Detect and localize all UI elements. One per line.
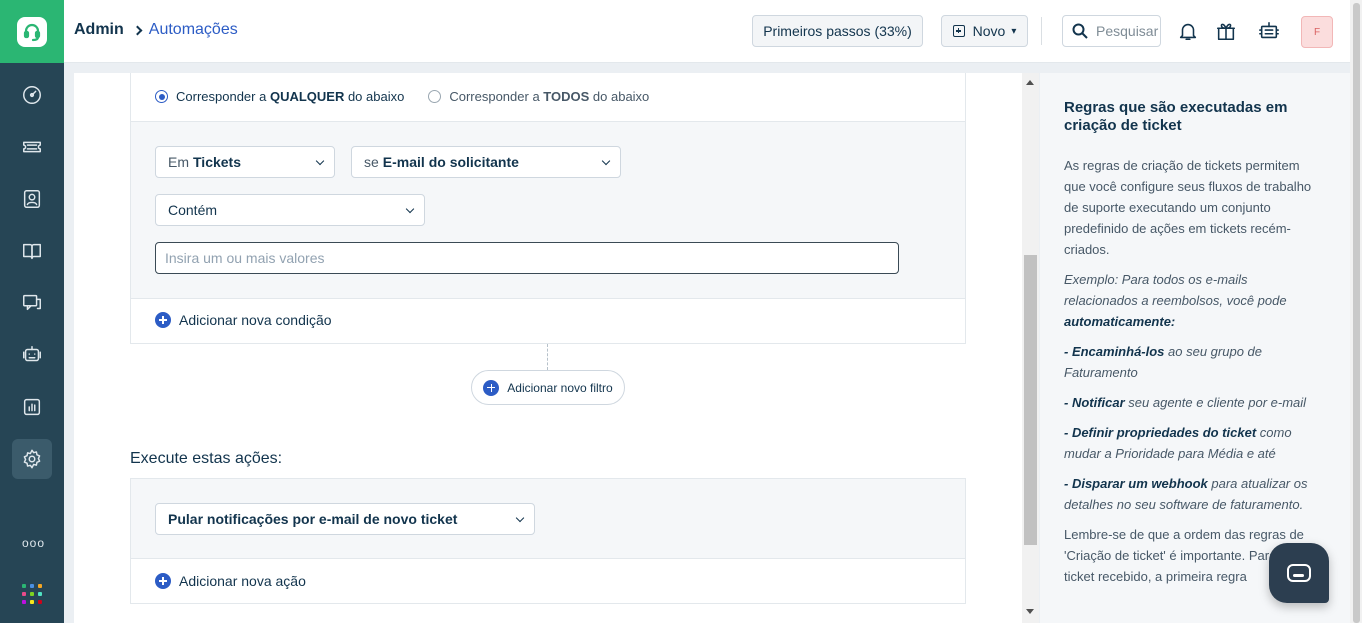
chevron-down-icon bbox=[405, 204, 415, 214]
condition-operator-select[interactable]: Contém bbox=[155, 194, 425, 226]
help-panel: Regras que são executadas em criação de … bbox=[1040, 73, 1350, 623]
add-action-label: Adicionar nova ação bbox=[179, 573, 306, 589]
gear-icon[interactable] bbox=[12, 439, 52, 479]
help-bullet-3: - Definir propriedades do ticket como mu… bbox=[1064, 425, 1292, 461]
add-filter-label: Adicionar novo filtro bbox=[507, 380, 613, 395]
condition-field-select[interactable]: se E-mail do solicitante bbox=[351, 146, 621, 178]
help-example: Exemplo: Para todos os e-mails relaciona… bbox=[1064, 272, 1287, 329]
headset-icon bbox=[17, 16, 47, 47]
contacts-icon[interactable] bbox=[12, 179, 52, 219]
match-all-radio[interactable] bbox=[428, 90, 442, 103]
chat-widget-button[interactable] bbox=[1269, 543, 1329, 603]
chat-bubble-icon bbox=[1287, 564, 1311, 582]
condition-values-input[interactable]: Insira um ou mais valores bbox=[155, 242, 899, 274]
add-condition-button[interactable]: Adicionar nova condição bbox=[155, 312, 332, 328]
field-value: E-mail do solicitante bbox=[382, 154, 519, 170]
top-bar: Admin Automações Primeiros passos (33%) … bbox=[64, 0, 1362, 63]
actions-card: Pular notificações por e-mail de novo ti… bbox=[130, 478, 966, 604]
add-condition-label: Adicionar nova condição bbox=[179, 312, 332, 328]
match-type-row: Corresponder a QUALQUER do abaixo Corres… bbox=[131, 73, 965, 122]
page-scrollbar[interactable] bbox=[1350, 0, 1362, 623]
scroll-down-arrow-icon[interactable] bbox=[1026, 609, 1034, 614]
divider bbox=[1041, 17, 1042, 45]
add-filter-button[interactable]: Adicionar novo filtro bbox=[471, 370, 625, 405]
dashboard-icon[interactable] bbox=[12, 75, 52, 115]
chevron-down-icon: ▾ bbox=[1011, 25, 1017, 37]
help-bullet-1: - Encaminhá-los ao seu grupo de Faturame… bbox=[1064, 344, 1262, 380]
help-intro: As regras de criação de tickets permitem… bbox=[1064, 158, 1312, 257]
add-action-button[interactable]: Adicionar nova ação bbox=[155, 573, 306, 589]
chevron-down-icon bbox=[515, 513, 525, 523]
ticket-icon[interactable] bbox=[12, 127, 52, 167]
help-bullet-4: - Disparar um webhook para atualizar os … bbox=[1064, 476, 1308, 512]
breadcrumb-admin[interactable]: Admin bbox=[74, 21, 124, 39]
apps-grid-icon[interactable] bbox=[22, 584, 42, 604]
help-title: Regras que são executadas em criação de … bbox=[1064, 99, 1288, 134]
chevron-down-icon bbox=[601, 156, 611, 166]
more-icon[interactable]: ooo bbox=[22, 536, 45, 550]
search-placeholder: Pesquisar bbox=[1096, 23, 1159, 39]
help-bullet-2: - Notificar seu agente e cliente por e-m… bbox=[1064, 395, 1307, 410]
scope-prefix: Em bbox=[168, 154, 189, 170]
plus-circle-icon bbox=[155, 573, 171, 589]
condition-editor: Em Tickets se E-mail do solicitante Cont… bbox=[131, 122, 965, 299]
conditions-card: Corresponder a QUALQUER do abaixo Corres… bbox=[130, 73, 966, 344]
bell-icon[interactable] bbox=[1175, 18, 1201, 44]
content-scrollbar[interactable] bbox=[1022, 73, 1039, 623]
plus-circle-icon bbox=[483, 379, 500, 396]
bot-icon[interactable] bbox=[12, 335, 52, 375]
action-select[interactable]: Pular notificações por e-mail de novo ti… bbox=[155, 503, 535, 535]
plus-circle-icon bbox=[155, 312, 171, 328]
keyboard-icon[interactable] bbox=[1256, 18, 1282, 44]
search-input[interactable]: Pesquisar bbox=[1062, 15, 1161, 47]
chat-icon[interactable] bbox=[12, 283, 52, 323]
gift-icon[interactable] bbox=[1213, 18, 1239, 44]
sidebar: ooo bbox=[0, 0, 64, 623]
book-icon[interactable] bbox=[12, 231, 52, 271]
automation-editor: Corresponder a QUALQUER do abaixo Corres… bbox=[74, 73, 1037, 623]
new-button[interactable]: Novo ▾ bbox=[941, 15, 1028, 47]
values-placeholder: Insira um ou mais valores bbox=[165, 250, 325, 266]
search-icon bbox=[1072, 23, 1088, 39]
page-scroll-thumb[interactable] bbox=[1353, 3, 1360, 623]
scroll-up-arrow-icon[interactable] bbox=[1026, 80, 1034, 85]
operator-value: Contém bbox=[168, 202, 218, 218]
chevron-right-icon bbox=[132, 25, 143, 35]
condition-scope-select[interactable]: Em Tickets bbox=[155, 146, 335, 178]
reports-icon[interactable] bbox=[12, 387, 52, 427]
match-all-label[interactable]: Corresponder a TODOS do abaixo bbox=[449, 89, 649, 104]
chevron-down-icon bbox=[315, 156, 325, 166]
app-logo[interactable] bbox=[0, 0, 64, 63]
scroll-thumb[interactable] bbox=[1024, 255, 1037, 545]
action-value: Pular notificações por e-mail de novo ti… bbox=[168, 511, 458, 527]
avatar[interactable]: F bbox=[1301, 16, 1333, 48]
field-prefix: se bbox=[364, 154, 379, 170]
action-editor: Pular notificações por e-mail de novo ti… bbox=[131, 479, 965, 559]
new-button-label: Novo bbox=[972, 23, 1006, 39]
actions-title: Execute estas ações: bbox=[130, 450, 283, 467]
breadcrumb-current[interactable]: Automações bbox=[149, 21, 238, 39]
plus-square-icon bbox=[952, 25, 965, 37]
connector-line bbox=[547, 344, 548, 370]
first-steps-button[interactable]: Primeiros passos (33%) bbox=[752, 15, 923, 47]
breadcrumb: Admin Automações bbox=[74, 21, 238, 39]
match-any-radio[interactable] bbox=[155, 90, 168, 103]
match-any-label[interactable]: Corresponder a QUALQUER do abaixo bbox=[176, 89, 404, 104]
scope-value: Tickets bbox=[193, 154, 241, 170]
